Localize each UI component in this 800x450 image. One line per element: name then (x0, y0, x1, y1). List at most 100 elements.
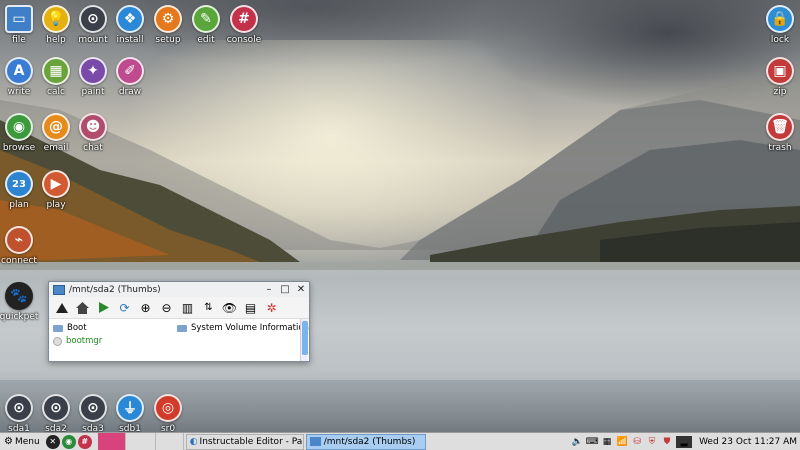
lock-icon: 🔒 (766, 5, 794, 33)
globe-icon: ◐ (189, 436, 198, 447)
desktop-icon-play[interactable]: ▶ play (32, 170, 80, 210)
desktop-icon-quickpet[interactable]: 🐾 quickpet (0, 282, 43, 322)
trash-icon: 🗑 (766, 113, 794, 141)
drive-icon-sr0[interactable]: ◎ sr0 (144, 394, 192, 434)
file-icon (53, 336, 62, 346)
zoom-in-icon[interactable]: ⊕ (137, 299, 154, 316)
desktop-icon-label: draw (118, 87, 142, 97)
scrollbar-thumb[interactable] (302, 321, 308, 355)
globe-icon: ◉ (5, 113, 33, 141)
menu-icon: ⚙ (4, 436, 13, 447)
minimize-button[interactable]: – (261, 283, 277, 296)
maximize-button[interactable]: □ (277, 283, 293, 296)
file-name: bootmgr (66, 336, 103, 346)
help-icon[interactable]: ✲ (263, 299, 280, 316)
task-label: /mnt/sda2 (Thumbs) (323, 436, 416, 447)
list-view-icon[interactable]: ▤ (242, 299, 259, 316)
drive-toggle-icon: ⊙ (5, 394, 33, 422)
file-manager-window: /mnt/sda2 (Thumbs) – □ ✕ ⟳ ⊕ ⊖ ▥ ⇅ 👁 ▤ ✲… (48, 281, 310, 362)
window-toolbar: ⟳ ⊕ ⊖ ▥ ⇅ 👁 ▤ ✲ (49, 297, 309, 319)
window-titlebar[interactable]: /mnt/sda2 (Thumbs) – □ ✕ (49, 282, 309, 297)
window-app-icon (53, 284, 65, 295)
desktop-icon-draw[interactable]: ✐ draw (106, 57, 154, 97)
pager-desktop-1[interactable] (97, 432, 126, 450)
network-icon: ⌁ (5, 226, 33, 254)
volume-icon[interactable]: 🔈 (571, 436, 583, 448)
close-button[interactable]: ✕ (293, 283, 309, 296)
package-icon: ❖ (116, 5, 144, 33)
calendar-icon: 23 (5, 170, 33, 198)
system-tray: 🔈 ⌨ ▦ 📶 ⛁ ⛨ ⛊ ▂ Wed 23 Oct 11:27 AM (571, 433, 800, 450)
desktop-icon-console[interactable]: # console (220, 5, 268, 45)
palette-icon: ✦ (79, 57, 107, 85)
desktop-icon-label: zip (773, 87, 787, 97)
hash-console-icon[interactable]: # (77, 434, 92, 449)
menu-button[interactable]: ⚙ Menu (0, 433, 44, 450)
desktop-icon-label: chat (83, 143, 103, 153)
desktop-icon-label: quickpet (0, 312, 39, 322)
folder-icon (177, 324, 187, 332)
task-button[interactable]: ◐ Instructable Editor - Pale M (185, 433, 304, 450)
desktop-pager (97, 432, 184, 450)
zip-icon: ▣ (766, 57, 794, 85)
eye-icon[interactable]: 👁 (221, 299, 238, 316)
drive-toggle-icon: ⊙ (79, 394, 107, 422)
security-icon[interactable]: ⛊ (661, 436, 673, 448)
home-icon[interactable] (74, 299, 91, 316)
desktop-icon-trash[interactable]: 🗑 trash (756, 113, 800, 153)
window-app-icon (309, 437, 321, 446)
sort-icon[interactable]: ⇅ (200, 299, 217, 316)
usb-icon: ⏚ (116, 394, 144, 422)
desktop-icon-zip[interactable]: ▣ zip (756, 57, 800, 97)
grid-view-icon[interactable]: ▥ (179, 299, 196, 316)
cpu-icon[interactable]: ▦ (601, 436, 613, 448)
gear-icon: ⚙ (154, 5, 182, 33)
desktop-icon-chat[interactable]: ☻ chat (69, 113, 117, 153)
drive-toggle-icon: ⊙ (79, 5, 107, 33)
dog-icon: 🐾 (5, 282, 33, 310)
keyboard-icon[interactable]: ⌨ (586, 436, 599, 448)
close-all-icon[interactable]: ✕ (45, 434, 60, 449)
desktop-icon-lock[interactable]: 🔒 lock (756, 5, 800, 45)
folder-icon (53, 324, 63, 332)
optical-disc-icon: ◎ (154, 394, 182, 422)
memory-monitor-icon[interactable]: ▂ (676, 435, 693, 448)
pager-desktop-3[interactable] (156, 432, 184, 450)
chat-icon: ☻ (79, 113, 107, 141)
desktop-icon-label: lock (770, 35, 790, 45)
folder-icon: ▭ (5, 5, 33, 33)
file-list: Boot System Volume Information bootmgr (49, 319, 309, 361)
desktop-icon-label: trash (768, 143, 792, 153)
desktop-icon-label: console (226, 35, 262, 45)
hash-console-icon: # (230, 5, 258, 33)
list-item[interactable]: System Volume Information (177, 323, 309, 333)
desktop-icon-label: connect (1, 256, 37, 266)
refresh-icon[interactable]: ⟳ (116, 299, 133, 316)
wifi-icon[interactable]: 📶 (616, 436, 628, 448)
file-name: System Volume Information (191, 323, 309, 333)
file-name: Boot (67, 323, 87, 333)
document-edit-icon: ✎ (192, 5, 220, 33)
go-icon[interactable] (95, 299, 112, 316)
disk-icon[interactable]: ⛁ (631, 436, 643, 448)
browser-icon[interactable]: ◉ (61, 434, 76, 449)
drive-toggle-icon: ⊙ (42, 394, 70, 422)
task-button-active[interactable]: /mnt/sda2 (Thumbs) (305, 433, 426, 450)
media-play-icon: ▶ (42, 170, 70, 198)
pager-desktop-2[interactable] (126, 432, 156, 450)
lightbulb-icon: 💡 (42, 5, 70, 33)
window-title: /mnt/sda2 (Thumbs) (69, 284, 161, 295)
desktop-icon-connect[interactable]: ⌁ connect (0, 226, 43, 266)
vertical-scrollbar[interactable] (300, 319, 308, 361)
calculator-icon: ▦ (42, 57, 70, 85)
list-item[interactable]: Boot (53, 323, 87, 333)
desktop-icon-label: play (46, 200, 66, 210)
zoom-out-icon[interactable]: ⊖ (158, 299, 175, 316)
list-item[interactable]: bootmgr (53, 336, 102, 346)
up-arrow-icon[interactable] (53, 299, 70, 316)
clock[interactable]: Wed 23 Oct 11:27 AM (699, 437, 797, 447)
menu-label: Menu (14, 436, 40, 447)
task-label: Instructable Editor - Pale M (199, 436, 303, 447)
firewall-icon[interactable]: ⛨ (646, 436, 658, 448)
write-icon: A (5, 57, 33, 85)
